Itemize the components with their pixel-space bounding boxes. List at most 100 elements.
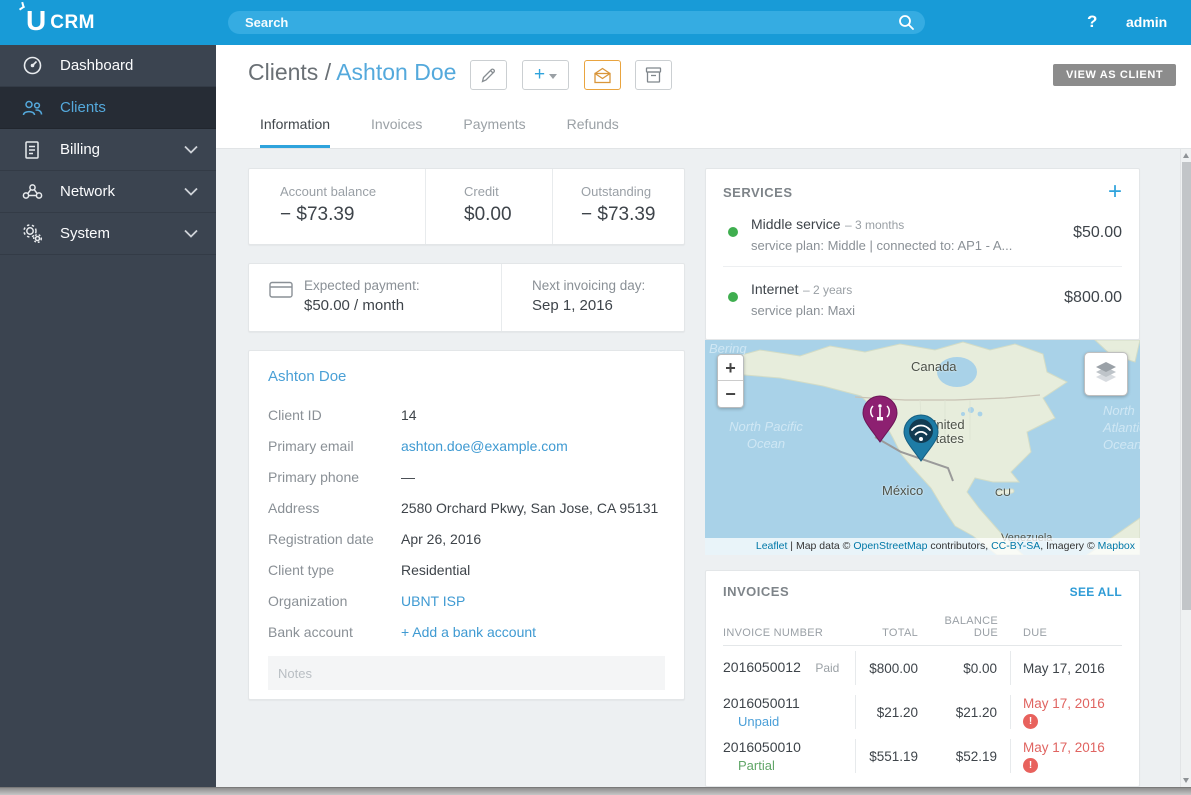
organization-link[interactable]: UBNT ISP [401, 593, 465, 609]
invoice-total: $551.19 [869, 748, 918, 764]
service-name[interactable]: Internet [751, 281, 798, 297]
sidebar: Dashboard Clients Billing Network System [0, 45, 216, 787]
invoice-balance: $0.00 [918, 651, 1011, 685]
invoice-status-paid: Paid [815, 661, 840, 675]
search-input[interactable] [228, 11, 925, 34]
chevron-down-icon [184, 141, 198, 158]
clients-icon [20, 97, 44, 119]
invoice-status-partial: Partial [738, 758, 775, 773]
invoice-number[interactable]: 2016050010 [723, 739, 855, 755]
ucrm-logo[interactable]: U CRM [26, 6, 95, 36]
balance-summary-card: Account balance − $73.39 Credit $0.00 Ou… [248, 168, 685, 245]
chevron-down-icon [549, 73, 558, 79]
sidebar-item-network[interactable]: Network [0, 171, 216, 213]
see-all-link[interactable]: SEE ALL [1070, 585, 1122, 599]
tab-information[interactable]: Information [260, 116, 331, 148]
breadcrumb: Clients / Ashton Doe [248, 59, 456, 86]
invoice-due-date: May 17, 2016 [1023, 739, 1105, 755]
field-label: Registration date [268, 530, 374, 547]
service-name[interactable]: Middle service [751, 216, 840, 232]
view-as-client-button[interactable]: VIEW AS CLIENT [1053, 64, 1177, 86]
leaflet-link[interactable]: Leaflet [756, 540, 788, 552]
archive-client-button[interactable] [635, 60, 672, 90]
field-label: Primary phone [268, 468, 360, 485]
sidebar-item-clients[interactable]: Clients [0, 87, 216, 129]
scroll-up-arrow-icon[interactable] [1183, 153, 1189, 158]
field-label: Primary email [268, 437, 354, 454]
tab-invoices[interactable]: Invoices [371, 116, 422, 148]
next-invoicing-label: Next invoicing day: [532, 278, 646, 293]
client-location-map[interactable]: Bering Canada United States México CU Ve… [705, 340, 1140, 555]
send-message-button[interactable] [584, 60, 621, 90]
invoices-table-header: INVOICE NUMBER TOTAL BALANCE DUE DUE [723, 607, 1122, 646]
user-menu[interactable]: admin [1126, 14, 1167, 30]
field-value: 2580 Orchard Pkwy, San Jose, CA 95131 [401, 499, 659, 516]
tab-payments[interactable]: Payments [463, 116, 525, 148]
vertical-scrollbar-thumb[interactable] [1182, 162, 1191, 610]
service-duration: – 3 months [844, 218, 905, 232]
invoice-row[interactable]: 2016050012 Paid $800.00 $0.00 May 17, 20… [723, 646, 1122, 690]
zoom-out-button[interactable]: − [718, 381, 743, 407]
vertical-scrollbar[interactable] [1180, 149, 1191, 787]
ccbysa-link[interactable]: CC-BY-SA [991, 540, 1040, 552]
search-box [228, 11, 925, 34]
billing-icon [20, 139, 44, 161]
invoice-row[interactable]: 2016050011 Unpaid $21.20 $21.20 May 17, … [723, 690, 1122, 734]
breadcrumb-separator: / [324, 59, 332, 85]
tower-marker[interactable] [862, 395, 898, 443]
service-row[interactable]: Middle service – 3 months service plan: … [723, 202, 1122, 266]
plus-icon: + [533, 64, 546, 85]
service-status-dot [728, 292, 738, 302]
credit: Credit $0.00 [425, 169, 552, 244]
breadcrumb-clients[interactable]: Clients [248, 59, 318, 85]
invoice-number[interactable]: 2016050011 [723, 695, 855, 711]
invoice-row[interactable]: 2016050010 Partial $551.19 $52.19 May 17… [723, 734, 1122, 778]
credit-label: Credit [464, 184, 499, 199]
horizontal-scrollbar[interactable] [0, 787, 1191, 795]
mapbox-link[interactable]: Mapbox [1098, 540, 1135, 552]
client-name-link[interactable]: Ashton Doe [268, 368, 665, 385]
field-value: — [401, 468, 415, 485]
logo-u-icon: U [26, 5, 47, 36]
col-due: DUE [1023, 627, 1048, 639]
add-dropdown-button[interactable]: + [522, 60, 569, 90]
chevron-down-icon [184, 183, 198, 200]
service-status-dot [728, 227, 738, 237]
service-row[interactable]: Internet – 2 years service plan: Maxi $8… [723, 266, 1122, 331]
sidebar-item-system[interactable]: System [0, 213, 216, 255]
service-detail: service plan: Middle | connected to: AP1… [751, 238, 1013, 253]
openstreetmap-link[interactable]: OpenStreetMap [853, 540, 927, 552]
sidebar-item-label: Clients [60, 99, 106, 116]
tab-refunds[interactable]: Refunds [567, 116, 619, 148]
sidebar-item-billing[interactable]: Billing [0, 129, 216, 171]
search-icon[interactable] [898, 14, 915, 36]
invoices-table: INVOICE NUMBER TOTAL BALANCE DUE DUE 201… [723, 607, 1122, 778]
zoom-in-button[interactable]: + [718, 355, 743, 381]
email-link[interactable]: ashton.doe@example.com [401, 438, 568, 454]
field-value: 14 [401, 406, 417, 423]
outstanding-value: − $73.39 [581, 204, 656, 225]
service-detail: service plan: Maxi [751, 303, 856, 318]
help-icon[interactable]: ? [1087, 12, 1097, 32]
field-label: Address [268, 499, 320, 516]
wifi-marker[interactable] [903, 414, 939, 462]
field-label: Client ID [268, 406, 322, 423]
map-layers-control[interactable] [1084, 352, 1128, 396]
add-bank-account-link[interactable]: + Add a bank account [401, 624, 536, 640]
edit-client-button[interactable] [470, 60, 507, 90]
pencil-icon [481, 68, 495, 83]
account-balance: Account balance − $73.39 [249, 169, 425, 244]
add-service-button[interactable]: + [1108, 180, 1122, 204]
map-zoom-control: + − [717, 354, 744, 408]
invoice-total: $21.20 [876, 704, 918, 720]
invoice-total: $800.00 [869, 660, 918, 676]
invoice-number[interactable]: 2016050012 [723, 659, 801, 675]
notes-input[interactable] [268, 656, 665, 690]
scroll-down-arrow-icon[interactable] [1183, 778, 1189, 783]
system-icon [20, 223, 44, 245]
breadcrumb-current: Ashton Doe [336, 59, 457, 85]
invoice-due-date: May 17, 2016 [1023, 695, 1105, 711]
sidebar-item-dashboard[interactable]: Dashboard [0, 45, 216, 87]
sidebar-item-label: Dashboard [60, 57, 134, 74]
client-row-phone: Primary phone — [268, 461, 665, 492]
